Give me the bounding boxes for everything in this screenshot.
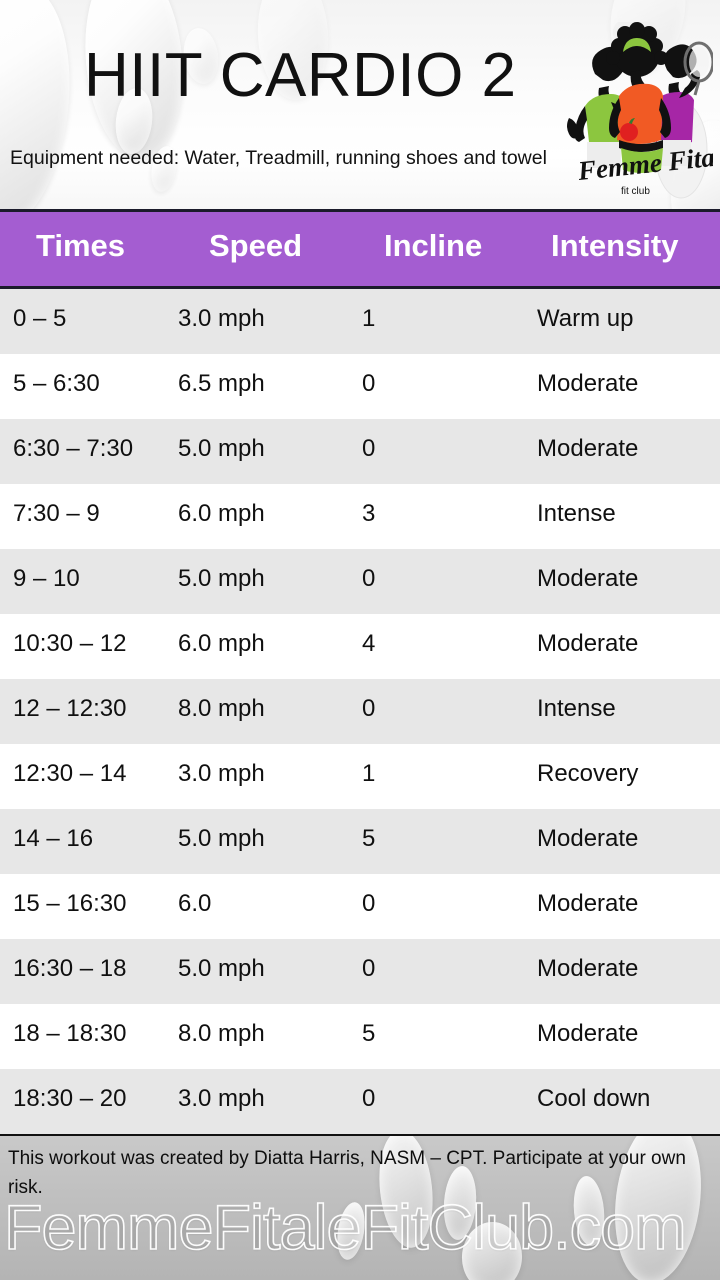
cell-speed: 6.5 mph <box>178 370 265 397</box>
column-header-incline: Incline <box>384 228 483 263</box>
cell-incline: 5 <box>362 825 376 852</box>
cell-time: 14 – 16 <box>13 825 94 852</box>
footer-banner: This workout was created by Diatta Harri… <box>0 1136 720 1280</box>
cell-incline: 3 <box>362 500 376 527</box>
cell-time: 5 – 6:30 <box>13 370 100 397</box>
cell-intensity: Warm up <box>537 305 634 332</box>
cell-speed: 5.0 mph <box>178 825 265 852</box>
cell-intensity: Intense <box>537 695 616 722</box>
table-row: 7:30 – 9 6.0 mph 3 Intense <box>0 484 720 549</box>
table-row: 16:30 – 18 5.0 mph 0 Moderate <box>0 939 720 1004</box>
table-header-row: Times Speed Incline Intensity <box>0 209 720 289</box>
cell-speed: 3.0 mph <box>178 760 265 787</box>
table-row: 6:30 – 7:30 5.0 mph 0 Moderate <box>0 419 720 484</box>
cell-time: 0 – 5 <box>13 305 67 332</box>
cell-intensity: Cool down <box>537 1085 651 1112</box>
column-header-times: Times <box>36 228 126 263</box>
cell-speed: 5.0 mph <box>178 565 265 592</box>
table-row: 10:30 – 12 6.0 mph 4 Moderate <box>0 614 720 679</box>
cell-time: 9 – 10 <box>13 565 80 592</box>
cell-intensity: Moderate <box>537 370 639 397</box>
cell-speed: 6.0 mph <box>178 630 265 657</box>
cell-time: 6:30 – 7:30 <box>13 435 134 462</box>
cell-speed: 6.0 <box>178 890 212 917</box>
workout-table: Times Speed Incline Intensity 0 – 5 3.0 … <box>0 209 720 1138</box>
cell-incline: 5 <box>362 1020 376 1047</box>
cell-speed: 5.0 mph <box>178 955 265 982</box>
logo-tagline-text: fit club <box>621 186 650 197</box>
cell-incline: 0 <box>362 955 376 982</box>
cell-speed: 5.0 mph <box>178 435 265 462</box>
table-row: 12:30 – 14 3.0 mph 1 Recovery <box>0 744 720 809</box>
cell-speed: 8.0 mph <box>178 695 265 722</box>
page-title: HIIT CARDIO 2 <box>84 41 517 110</box>
cell-time: 12:30 – 14 <box>13 760 127 787</box>
cell-time: 18:30 – 20 <box>13 1085 127 1112</box>
cell-intensity: Moderate <box>537 955 639 982</box>
cell-speed: 3.0 mph <box>178 1085 265 1112</box>
table-row: 15 – 16:30 6.0 0 Moderate <box>0 874 720 939</box>
cell-intensity: Moderate <box>537 890 639 917</box>
table-row: 18:30 – 20 3.0 mph 0 Cool down <box>0 1069 720 1134</box>
cell-incline: 4 <box>362 630 376 657</box>
cell-time: 18 – 18:30 <box>13 1020 127 1047</box>
table-row: 0 – 5 3.0 mph 1 Warm up <box>0 289 720 354</box>
cell-incline: 0 <box>362 695 376 722</box>
cell-intensity: Moderate <box>537 1020 639 1047</box>
cell-incline: 0 <box>362 1085 376 1112</box>
cell-incline: 0 <box>362 435 376 462</box>
cell-time: 12 – 12:30 <box>13 695 127 722</box>
cell-speed: 8.0 mph <box>178 1020 265 1047</box>
cell-time: 16:30 – 18 <box>13 955 127 982</box>
cell-incline: 0 <box>362 890 376 917</box>
column-header-intensity: Intensity <box>551 228 679 263</box>
cell-time: 15 – 16:30 <box>13 890 127 917</box>
droplet-decoration-icon <box>0 0 83 209</box>
header-banner: HIIT CARDIO 2 Equipment needed: Water, T… <box>0 0 720 209</box>
cell-speed: 6.0 mph <box>178 500 265 527</box>
cell-time: 10:30 – 12 <box>13 630 127 657</box>
table-row: 14 – 16 5.0 mph 5 Moderate <box>0 809 720 874</box>
table-row: 18 – 18:30 8.0 mph 5 Moderate <box>0 1004 720 1069</box>
cell-intensity: Moderate <box>537 825 639 852</box>
table-row: 5 – 6:30 6.5 mph 0 Moderate <box>0 354 720 419</box>
website-watermark: FemmeFitaleFitClub.com <box>3 1192 687 1264</box>
cell-incline: 0 <box>362 370 376 397</box>
table-row: 9 – 10 5.0 mph 0 Moderate <box>0 549 720 614</box>
cell-incline: 0 <box>362 565 376 592</box>
table-row: 12 – 12:30 8.0 mph 0 Intense <box>0 679 720 744</box>
cell-intensity: Recovery <box>537 760 639 787</box>
cell-intensity: Moderate <box>537 565 639 592</box>
femme-fitale-logo: Femme Fitale fit club <box>563 22 713 200</box>
cell-speed: 3.0 mph <box>178 305 265 332</box>
cell-incline: 1 <box>362 760 376 787</box>
cell-intensity: Moderate <box>537 435 639 462</box>
equipment-needed-text: Equipment needed: Water, Treadmill, runn… <box>10 147 547 169</box>
cell-intensity: Intense <box>537 500 616 527</box>
column-header-speed: Speed <box>209 228 303 263</box>
cell-incline: 1 <box>362 305 376 332</box>
cell-intensity: Moderate <box>537 630 639 657</box>
workout-infographic: HIIT CARDIO 2 Equipment needed: Water, T… <box>0 0 720 1280</box>
cell-time: 7:30 – 9 <box>13 500 100 527</box>
